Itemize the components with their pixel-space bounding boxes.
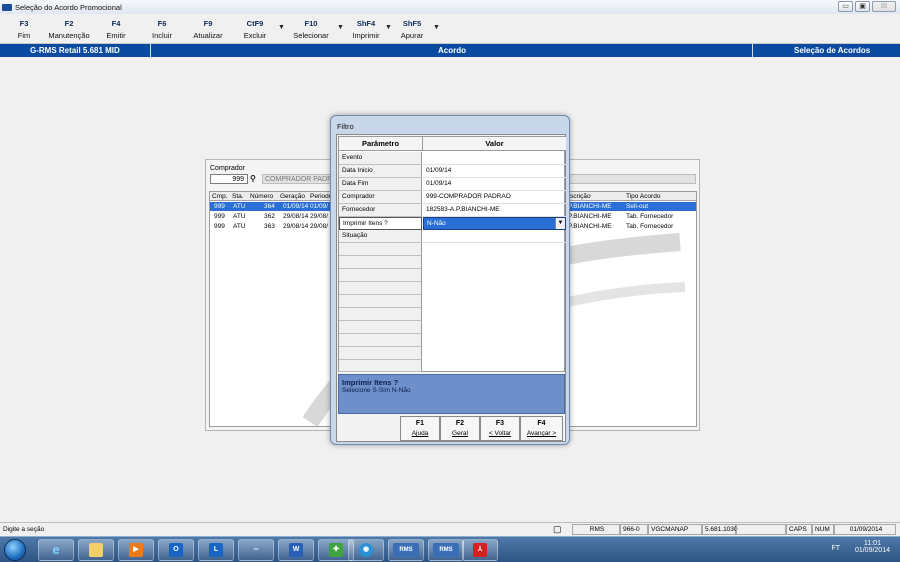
document-icon: ▢ bbox=[553, 524, 562, 534]
taskbar-remote-icon[interactable]: ◉ bbox=[348, 539, 384, 561]
status-version: 5.681.1030 bbox=[702, 524, 738, 535]
taskbar-word-icon[interactable]: W bbox=[278, 539, 314, 561]
value-evento[interactable] bbox=[423, 152, 566, 165]
toolbar-btn-emitir[interactable]: F4 Emitir bbox=[103, 19, 129, 40]
status-message: Digite a seção bbox=[3, 526, 45, 533]
status-date: 01/09/2014 bbox=[834, 524, 896, 535]
title-bar: Seleção do Acordo Promocional ▭ ▣ ☒ bbox=[0, 0, 900, 14]
function-key-toolbar: F3 Fim F2 Manutenção F4 Emitir F6 Incluir F9… bbox=[0, 14, 900, 44]
toolbar-btn-imprimir[interactable]: ShF4 Imprimir bbox=[348, 19, 384, 40]
col-header: Tipo Acordo bbox=[626, 193, 661, 200]
status-user: VGCMANAP bbox=[648, 524, 702, 535]
comprador-code-field[interactable]: 999 bbox=[210, 174, 248, 184]
header-divider bbox=[752, 44, 753, 57]
header-divider bbox=[150, 44, 151, 57]
status-branch: 966-0 bbox=[620, 524, 648, 535]
taskbar-lync-icon[interactable]: L bbox=[198, 539, 234, 561]
screen-name: Seleção de Acordos bbox=[794, 46, 871, 55]
imprimir-dropdown-icon[interactable]: ▼ bbox=[385, 24, 392, 31]
param-fornecedor: Fornecedor bbox=[339, 204, 422, 217]
filter-dialog: Filtro Parâmetro Valor Evento Data Inici… bbox=[330, 115, 570, 445]
binoculars-search-icon[interactable]: ⚲ bbox=[250, 174, 256, 183]
geral-button[interactable]: F2 Geral bbox=[440, 416, 480, 441]
imprimir-itens-value: N-Não bbox=[427, 220, 446, 227]
imprimir-itens-select[interactable]: N-Não ▼ bbox=[423, 217, 566, 230]
help-panel: Imprimir Itens ? Selecione S-Sim N-Não bbox=[338, 374, 565, 414]
status-blank bbox=[736, 524, 786, 535]
help-text: Selecione S-Sim N-Não bbox=[342, 387, 411, 394]
toolbar-btn-manutencao[interactable]: F2 Manutenção bbox=[46, 19, 92, 40]
tray-language[interactable]: FT bbox=[831, 545, 840, 552]
value-comprador[interactable]: 999-COMPRADOR PADRAO bbox=[423, 191, 566, 204]
value-data-fim[interactable]: 01/09/14 bbox=[423, 178, 566, 191]
voltar-button[interactable]: F3 < Voltar bbox=[480, 416, 520, 441]
status-system: RMS bbox=[572, 524, 620, 535]
module-name: Acordo bbox=[438, 46, 466, 55]
col-header: Sta. bbox=[232, 193, 244, 200]
param-col-header: Parâmetro bbox=[339, 137, 423, 151]
chevron-down-icon[interactable]: ▼ bbox=[555, 218, 565, 229]
clock-date: 01/09/2014 bbox=[854, 547, 890, 554]
value-col-header: Valor bbox=[423, 137, 566, 151]
status-num: NUM bbox=[812, 524, 834, 535]
col-header: Geração bbox=[280, 193, 305, 200]
close-button[interactable]: ☒ bbox=[872, 1, 896, 12]
param-imprimir-itens: Imprimir Itens ? bbox=[339, 217, 422, 230]
tray-clock[interactable]: 11:01 01/09/2014 bbox=[855, 540, 890, 554]
value-data-inicio[interactable]: 01/09/14 bbox=[423, 165, 566, 178]
taskbar-ie-icon[interactable]: e bbox=[38, 539, 74, 561]
toolbar-btn-excluir[interactable]: CtF9 Excluir bbox=[240, 19, 270, 40]
col-header: Número bbox=[250, 193, 274, 200]
taskbar-media-icon[interactable]: ▶ bbox=[118, 539, 154, 561]
toolbar-btn-fim[interactable]: F3 Fim bbox=[12, 19, 36, 40]
parameter-table: Parâmetro Valor Evento Data Inicio 01/09… bbox=[338, 136, 566, 372]
dialog-title: Filtro bbox=[337, 122, 354, 131]
col-header: scrição bbox=[570, 193, 591, 200]
param-situacao: Situação bbox=[339, 230, 422, 243]
ajuda-button[interactable]: F1 Ajuda bbox=[400, 416, 440, 441]
maximize-button[interactable]: ▣ bbox=[855, 1, 870, 12]
comprador-label: Comprador bbox=[210, 165, 246, 172]
param-data-inicio: Data Inicio bbox=[339, 165, 422, 178]
apurar-dropdown-icon[interactable]: ▼ bbox=[433, 24, 440, 31]
taskbar-pdf-icon[interactable]: ⅄ bbox=[462, 539, 498, 561]
taskbar-app-icon[interactable]: ∞ bbox=[238, 539, 274, 561]
status-caps: CAPS bbox=[786, 524, 812, 535]
module-header: G-RMS Retail 5.681 MID Acordo Seleção de… bbox=[0, 44, 900, 57]
start-button[interactable] bbox=[4, 539, 26, 561]
value-fornecedor[interactable]: 182583-A.P.BIANCHI-ME bbox=[423, 204, 566, 217]
toolbar-btn-atualizar[interactable]: F9 Atualizar bbox=[190, 19, 226, 40]
taskbar-rms2-icon[interactable]: RMS bbox=[428, 539, 464, 561]
toolbar-btn-apurar[interactable]: ShF5 Apurar bbox=[397, 19, 427, 40]
window-title: Seleção do Acordo Promocional bbox=[15, 2, 122, 12]
avancar-button[interactable]: F4 Avançar > bbox=[520, 416, 563, 441]
taskbar-explorer-icon[interactable] bbox=[78, 539, 114, 561]
status-bar: Digite a seção ▢ RMS 966-0 VGCMANAP 5.68… bbox=[0, 522, 900, 536]
app-icon bbox=[2, 3, 12, 11]
system-version: G-RMS Retail 5.681 MID bbox=[30, 46, 120, 55]
minimize-button[interactable]: ▭ bbox=[838, 1, 853, 12]
help-title: Imprimir Itens ? bbox=[342, 378, 399, 387]
param-data-fim: Data Fim bbox=[339, 178, 422, 191]
taskbar-outlook-icon[interactable]: O bbox=[158, 539, 194, 561]
taskbar-rms1-icon[interactable]: RMS bbox=[388, 539, 424, 561]
selecionar-dropdown-icon[interactable]: ▼ bbox=[337, 24, 344, 31]
col-header: Cmp. bbox=[212, 193, 228, 200]
param-comprador: Comprador bbox=[339, 191, 422, 204]
excluir-dropdown-icon[interactable]: ▼ bbox=[278, 24, 285, 31]
value-situacao[interactable] bbox=[423, 230, 566, 243]
param-evento: Evento bbox=[339, 152, 422, 165]
toolbar-btn-incluir[interactable]: F6 Incluir bbox=[148, 19, 176, 40]
clock-time: 11:01 bbox=[863, 540, 881, 547]
windows-taskbar: e ▶ O L ∞ W ✚ ◉ RMS RMS ⅄ FT 11:01 01/09… bbox=[0, 536, 900, 562]
toolbar-btn-selecionar[interactable]: F10 Selecionar bbox=[291, 19, 331, 40]
